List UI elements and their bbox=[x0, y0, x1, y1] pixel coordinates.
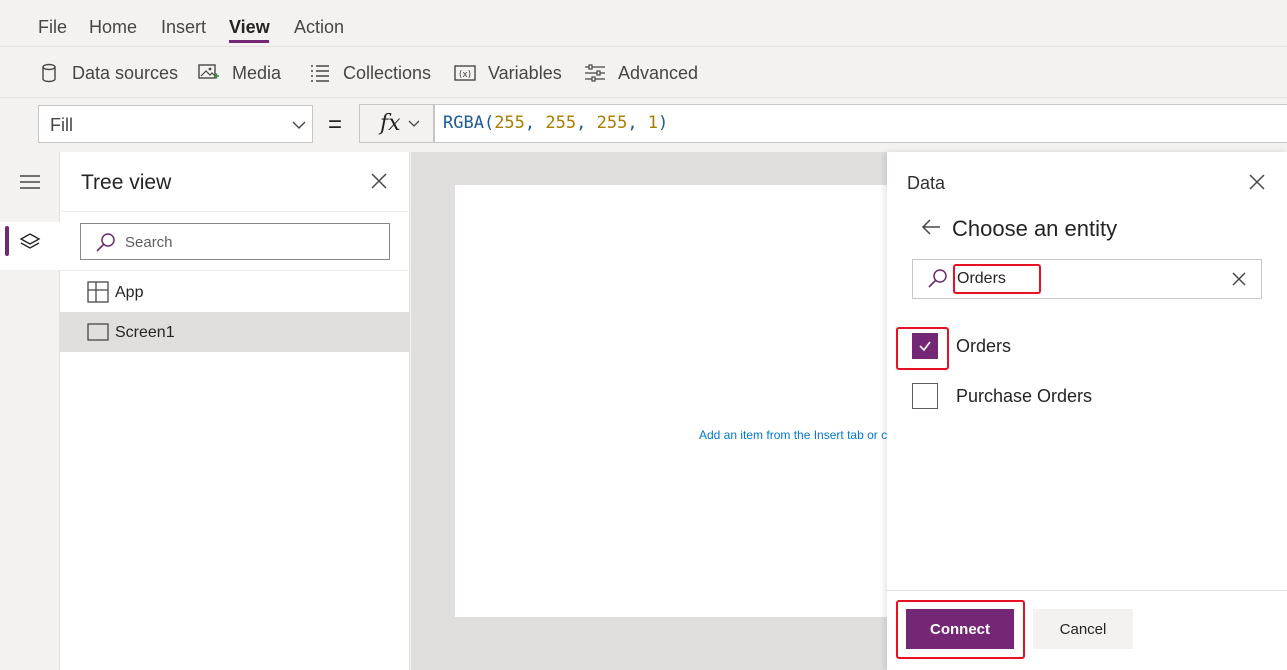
media-label: Media bbox=[232, 62, 282, 83]
entity-option-label: Purchase Orders bbox=[956, 386, 1093, 406]
data-sources-label: Data sources bbox=[72, 62, 179, 83]
variables-label: Variables bbox=[488, 62, 562, 83]
formula-text: RGBA(255, 255, 255, 1) bbox=[443, 113, 669, 133]
divider bbox=[60, 270, 410, 271]
chevron-down-icon bbox=[292, 121, 306, 129]
menu-home[interactable]: Home bbox=[89, 17, 137, 38]
menu-bar: File Home Insert View Action bbox=[0, 0, 1287, 46]
database-icon bbox=[38, 62, 60, 84]
canvas-screen[interactable]: Add an item from the Insert tab or conne… bbox=[455, 185, 887, 617]
data-panel-title: Data bbox=[907, 173, 946, 193]
collections-label: Collections bbox=[343, 62, 432, 83]
divider bbox=[60, 211, 410, 212]
canvas-area: Add an item from the Insert tab or conne… bbox=[411, 152, 887, 670]
divider bbox=[887, 590, 1287, 591]
search-icon bbox=[928, 269, 947, 288]
chevron-down-icon bbox=[408, 120, 420, 127]
media-icon bbox=[198, 62, 220, 84]
close-icon[interactable] bbox=[370, 172, 388, 190]
entity-option-purchase-orders[interactable]: Purchase Orders bbox=[912, 383, 1252, 413]
tree-view-title: Tree view bbox=[81, 171, 172, 194]
property-dropdown[interactable]: Fill bbox=[38, 105, 313, 143]
svg-text:(x): (x) bbox=[459, 70, 471, 80]
entity-option-label: Orders bbox=[956, 336, 1012, 356]
choose-entity-heading: Choose an entity bbox=[952, 216, 1118, 241]
app-icon bbox=[87, 281, 109, 303]
active-menu-indicator bbox=[229, 40, 269, 43]
checkbox-highlight bbox=[896, 327, 949, 370]
screen-icon bbox=[87, 323, 109, 341]
tree-search-box[interactable] bbox=[80, 223, 390, 260]
tree-item-screen1[interactable]: Screen1 bbox=[60, 312, 410, 352]
cancel-button[interactable]: Cancel bbox=[1033, 609, 1133, 649]
collections-button[interactable]: Collections bbox=[309, 61, 431, 85]
menu-insert[interactable]: Insert bbox=[161, 17, 206, 38]
advanced-settings-icon bbox=[584, 62, 606, 84]
canvas-hint-link[interactable]: Add an item from the Insert tab or conne… bbox=[699, 428, 887, 442]
tree-item-label: App bbox=[115, 284, 144, 301]
search-icon bbox=[96, 233, 115, 252]
media-button[interactable]: Media bbox=[198, 61, 281, 85]
formula-input[interactable]: RGBA(255, 255, 255, 1) bbox=[434, 104, 1287, 143]
layers-icon bbox=[19, 233, 41, 249]
data-sources-button[interactable]: Data sources bbox=[38, 61, 178, 85]
property-value: Fill bbox=[50, 115, 73, 135]
back-arrow-icon[interactable] bbox=[920, 216, 942, 238]
menu-file[interactable]: File bbox=[38, 17, 67, 38]
collections-icon bbox=[309, 62, 331, 84]
left-rail bbox=[0, 152, 60, 670]
purchase-orders-checkbox[interactable] bbox=[912, 383, 938, 409]
fx-icon: fx bbox=[380, 111, 401, 136]
menu-action[interactable]: Action bbox=[294, 17, 344, 38]
connect-highlight bbox=[896, 600, 1025, 659]
tree-item-app[interactable]: App bbox=[60, 272, 410, 312]
tree-search-input[interactable] bbox=[125, 231, 375, 253]
formula-bar: Fill = fx RGBA(255, 255, 255, 1) bbox=[0, 98, 1287, 152]
menu-view[interactable]: View bbox=[229, 17, 270, 38]
advanced-label: Advanced bbox=[618, 62, 699, 83]
variables-icon: (x) bbox=[454, 62, 476, 84]
equals-sign: = bbox=[328, 111, 343, 138]
advanced-button[interactable]: Advanced bbox=[584, 61, 698, 85]
clear-icon[interactable] bbox=[1231, 271, 1247, 287]
close-icon[interactable] bbox=[1248, 173, 1266, 191]
active-rail-indicator bbox=[5, 226, 9, 256]
search-highlight bbox=[953, 264, 1041, 294]
data-panel: Data Choose an entity Orders Orders Purc… bbox=[887, 152, 1287, 670]
entity-option-orders[interactable]: Orders bbox=[912, 333, 1252, 363]
tree-item-label: Screen1 bbox=[115, 324, 175, 341]
tree-view-panel: Tree view App Screen1 bbox=[60, 152, 410, 670]
variables-button[interactable]: (x) Variables bbox=[454, 61, 562, 85]
fx-function-button[interactable]: fx bbox=[359, 104, 434, 143]
hamburger-menu-icon[interactable] bbox=[19, 174, 41, 190]
ribbon-toolbar: Data sources Media Collections (x) Varia… bbox=[0, 46, 1287, 98]
